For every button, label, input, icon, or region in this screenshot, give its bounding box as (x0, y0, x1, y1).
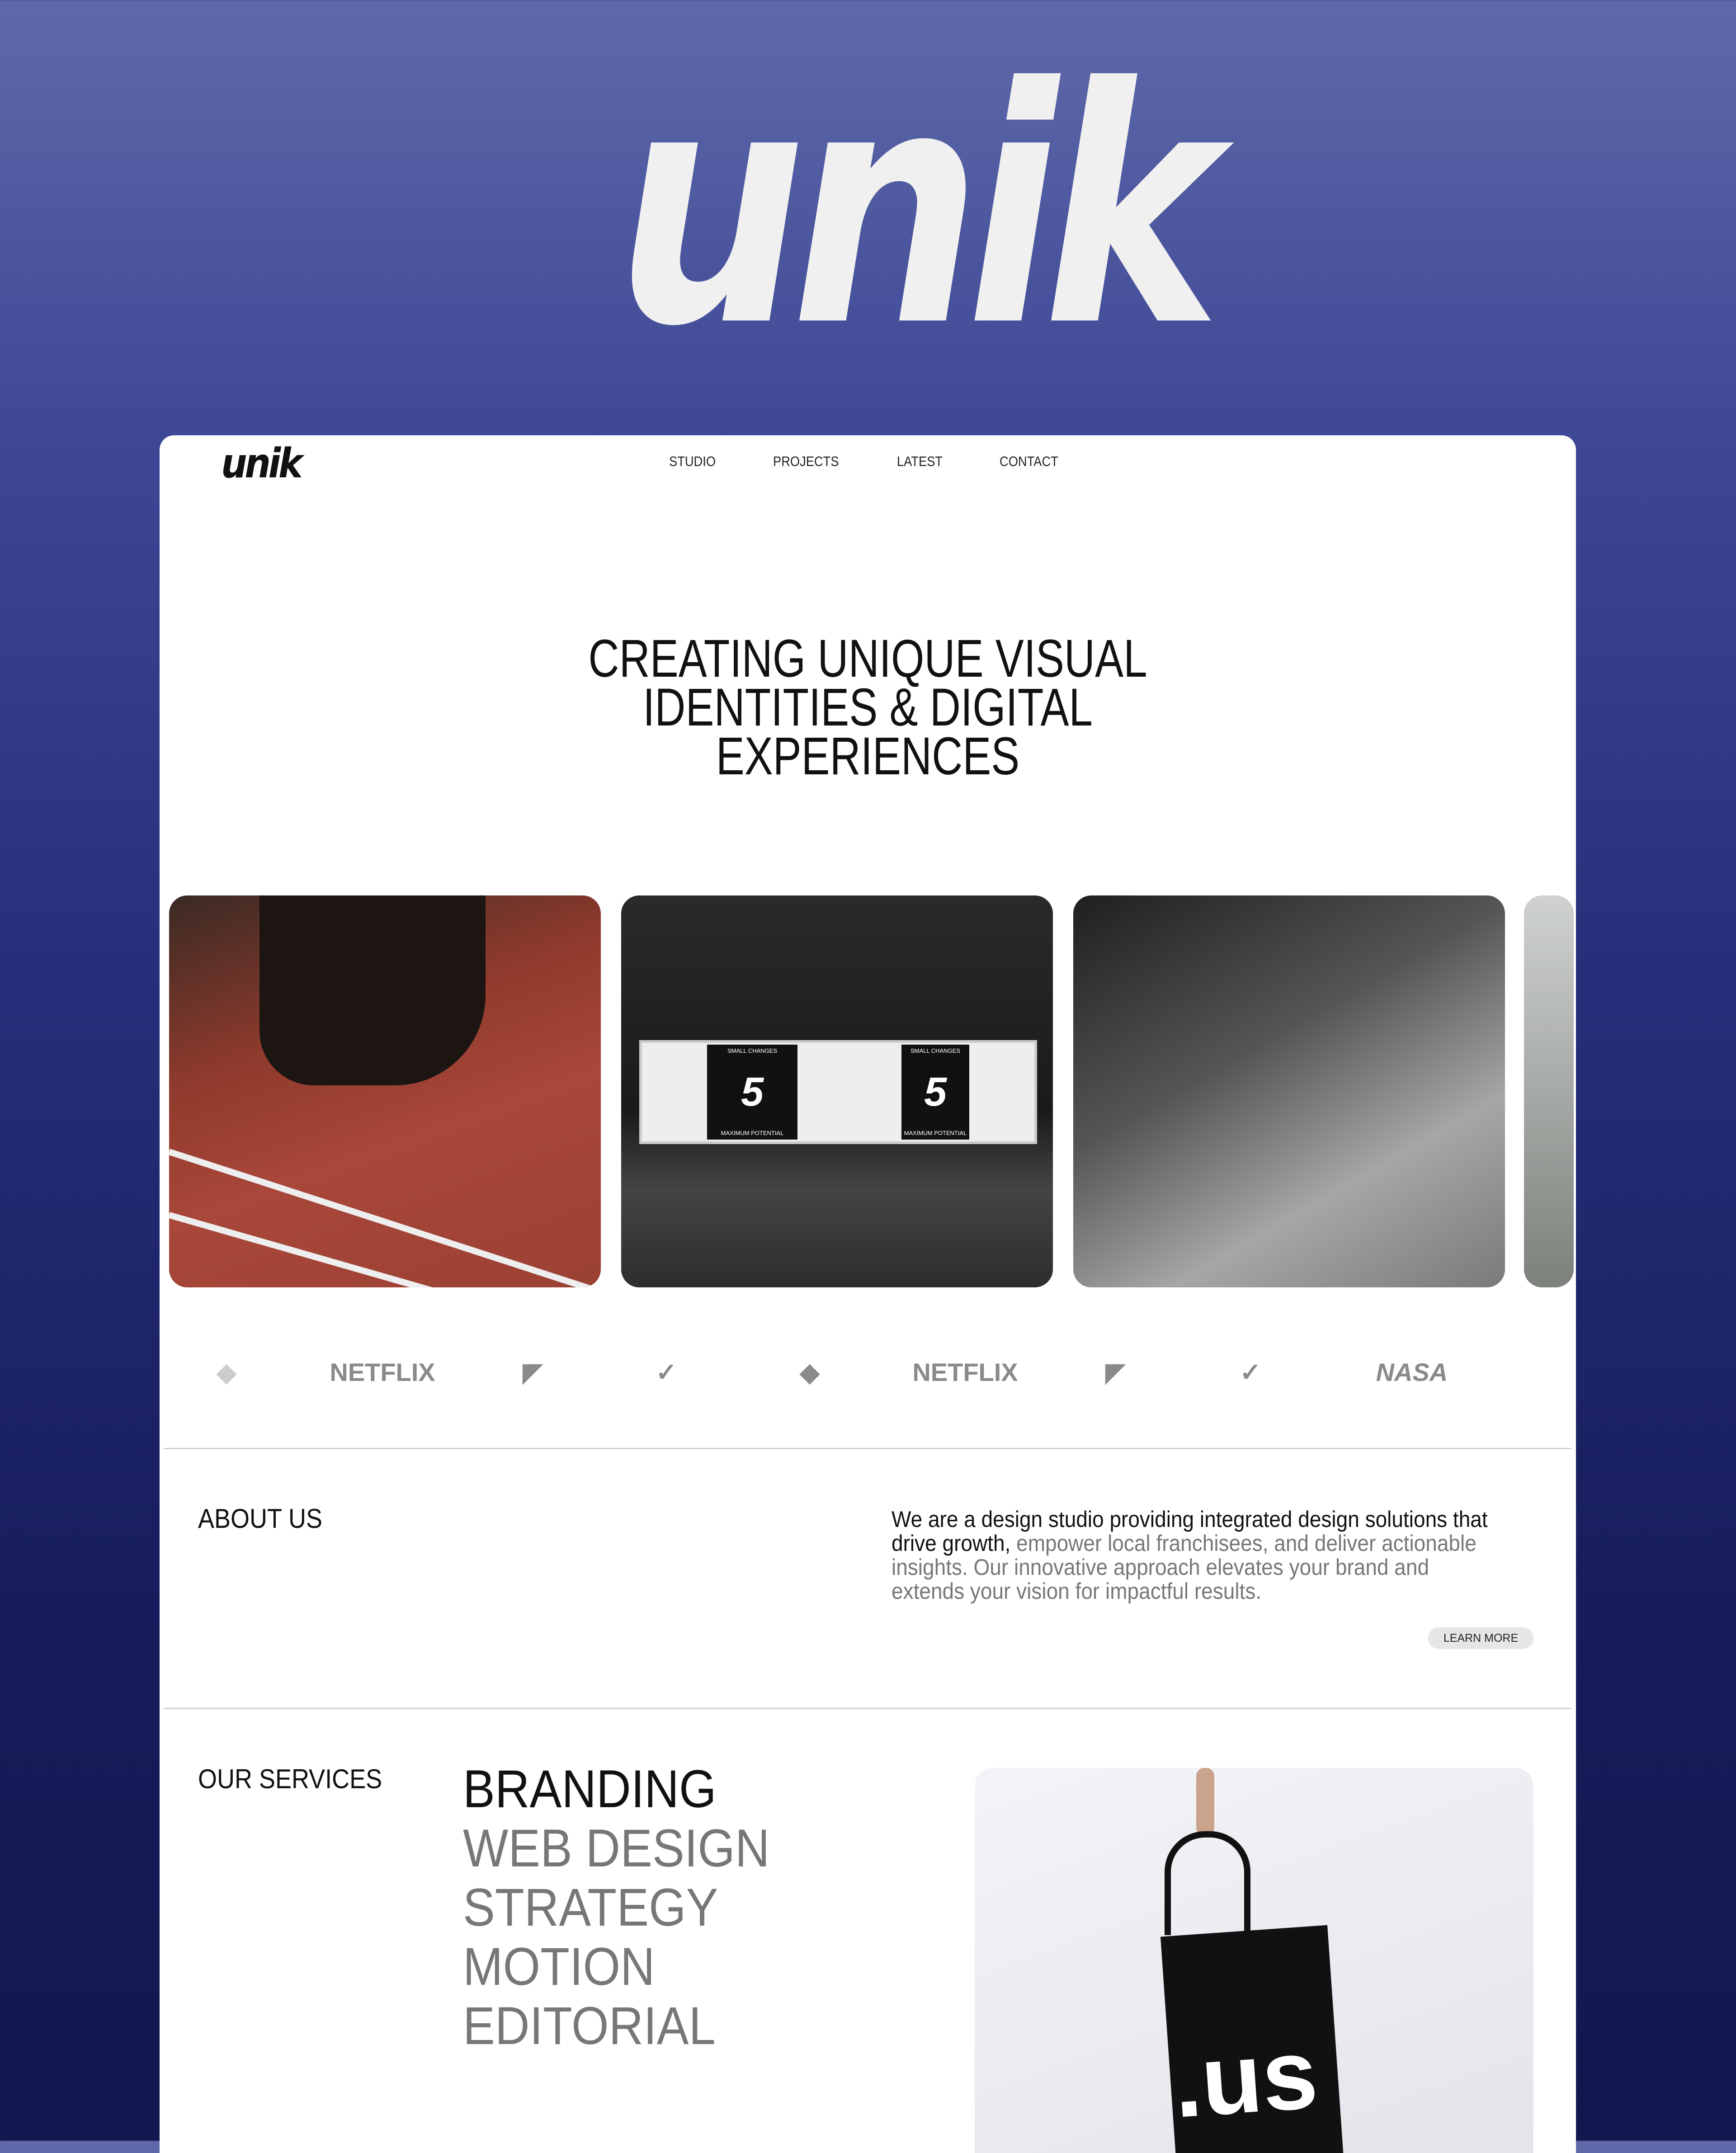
nike-logo: ✓ (1240, 1358, 1261, 1386)
divider (164, 1448, 1571, 1449)
billboard-small-text: SMALL CHANGES (910, 1047, 961, 1054)
hero-line: IDENTITIES & DIGITAL (643, 678, 1093, 737)
website-card: unik STUDIO PROJECTS LATEST CONTACT CREA… (160, 435, 1576, 2153)
netflix-logo: NETFLIX (912, 1358, 1018, 1386)
nasa-logo: NASA (1376, 1358, 1448, 1386)
hero-brand-logo: unik (616, 19, 1220, 397)
billboard-number: 5 (707, 1045, 797, 1140)
service-motion[interactable]: MOTION (463, 1937, 655, 1997)
nav-projects[interactable]: PROJECTS (773, 453, 839, 470)
dropbox-logo: ◆ (217, 1358, 236, 1386)
divider (164, 1708, 1571, 1709)
dropbox-logo: ◆ (800, 1358, 820, 1386)
framer-logo: ◤ (1105, 1358, 1125, 1386)
service-branding[interactable]: BRANDING (463, 1760, 717, 1819)
nike-logo: ✓ (656, 1358, 677, 1386)
gallery-image-guitar[interactable] (1524, 895, 1574, 1287)
nav-logo[interactable]: unik (221, 440, 303, 487)
billboard-small-text: SMALL CHANGES (727, 1047, 778, 1054)
nav-studio[interactable]: STUDIO (669, 453, 716, 470)
nav-contact[interactable]: CONTACT (1000, 453, 1058, 470)
framer-logo: ◤ (523, 1358, 542, 1386)
gallery-image-billboard[interactable]: 5 SMALL CHANGES MAXIMUM POTENTIAL 5 SMAL… (621, 895, 1053, 1287)
learn-more-button[interactable]: LEARN MORE (1428, 1627, 1533, 1649)
hero-line: CREATING UNIQUE VISUAL (588, 629, 1147, 688)
bag-text: .us (1170, 2017, 1321, 2139)
about-heading: ABOUT US (198, 1503, 323, 1534)
gallery-image-sprinter[interactable] (169, 895, 601, 1287)
billboard-sub-text: MAXIMUM POTENTIAL (721, 1130, 784, 1136)
hero-heading: CREATING UNIQUE VISUAL IDENTITIES & DIGI… (301, 629, 1434, 786)
tote-bag-image: .us (975, 1768, 1533, 2153)
nav-latest[interactable]: LATEST (897, 453, 943, 470)
service-strategy[interactable]: STRATEGY (463, 1878, 718, 1937)
services-heading: OUR SERVICES (198, 1764, 382, 1794)
gallery-image-skateboarder[interactable] (1073, 895, 1505, 1287)
about-text: We are a design studio providing integra… (892, 1508, 1507, 1603)
billboard-number: 5 (901, 1045, 969, 1140)
hero-line: EXPERIENCES (716, 726, 1020, 786)
billboard-sub-text: MAXIMUM POTENTIAL (904, 1130, 967, 1136)
netflix-logo: NETFLIX (330, 1358, 435, 1386)
service-editorial[interactable]: EDITORIAL (463, 1997, 716, 2056)
service-web-design[interactable]: WEB DESIGN (463, 1819, 770, 1878)
